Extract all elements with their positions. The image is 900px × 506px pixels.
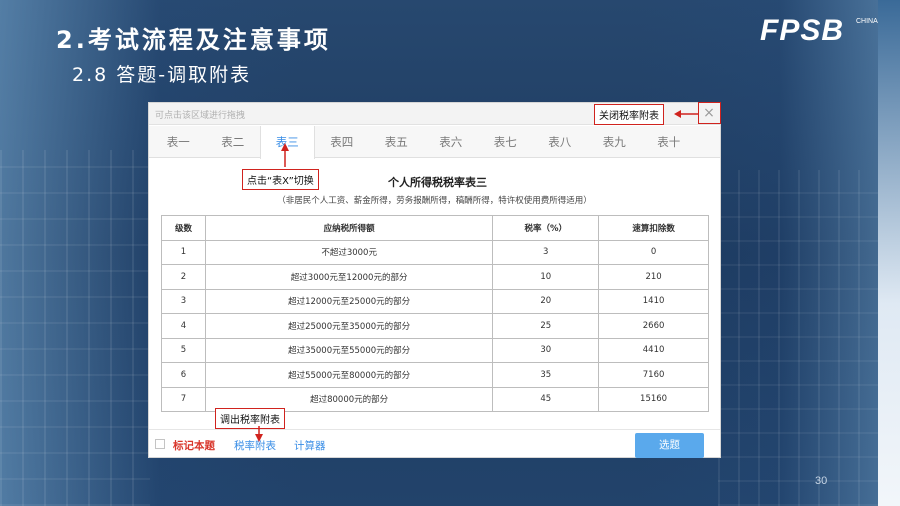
cell-level: 6	[161, 362, 206, 388]
fpsb-logo: FPSB	[760, 14, 845, 47]
tax-rate-table: 级数 应纳税所得额 税率（%） 速算扣除数 1 不超过3000元 3 0 2 超…	[161, 215, 709, 412]
cell-rate: 3	[492, 239, 600, 265]
tab-10[interactable]: 表十	[642, 126, 697, 157]
cell-deduction: 1410	[598, 288, 709, 314]
cell-income: 不超过3000元	[204, 239, 494, 265]
table-subtitle: （非居民个人工资、薪金所得，劳务报酬所得，稿酬所得，特许权使用费所得适用）	[277, 196, 592, 206]
building-left-decoration	[0, 150, 150, 506]
cell-level: 3	[161, 288, 206, 314]
table-row: 5 超过35000元至55000元的部分 30 4410	[161, 337, 709, 363]
drag-hint: 可点击该区域进行拖拽	[155, 111, 246, 121]
tab-9[interactable]: 表九	[587, 126, 642, 157]
cell-level: 2	[161, 264, 206, 290]
cell-rate: 30	[492, 337, 600, 363]
callout-switch-tab: 点击“表X”切换	[242, 169, 319, 190]
cell-income: 超过25000元至35000元的部分	[204, 313, 494, 339]
cell-level: 4	[161, 313, 206, 339]
cell-rate: 20	[492, 288, 600, 314]
table-row: 4 超过25000元至35000元的部分 25 2660	[161, 313, 709, 339]
table-row: 1 不超过3000元 3 0	[161, 239, 709, 265]
mark-question-label[interactable]: 标记本题	[173, 438, 215, 453]
arrow-to-rate-link-icon	[255, 426, 263, 442]
cell-deduction: 210	[598, 264, 709, 290]
cell-deduction: 15160	[598, 386, 709, 412]
rate-table-window: 可点击该区域进行拖拽 × 表一 表二 表三 表四 表五 表六 表七 表八 表九 …	[148, 102, 721, 458]
cell-rate: 25	[492, 313, 600, 339]
cell-income: 超过3000元至12000元的部分	[204, 264, 494, 290]
tab-7[interactable]: 表七	[478, 126, 533, 157]
cell-deduction: 0	[598, 239, 709, 265]
cell-income: 超过55000元至80000元的部分	[204, 362, 494, 388]
cell-income: 超过35000元至55000元的部分	[204, 337, 494, 363]
cell-rate: 35	[492, 362, 600, 388]
page-number: 30	[815, 475, 828, 487]
tab-4[interactable]: 表四	[315, 126, 370, 157]
header-taxable-income: 应纳税所得额	[204, 215, 494, 241]
table-row: 2 超过3000元至12000元的部分 10 210	[161, 264, 709, 290]
window-footer: 标记本题 税率附表 计算器 选题	[149, 429, 720, 459]
cell-deduction: 7160	[598, 362, 709, 388]
cell-deduction: 2660	[598, 313, 709, 339]
select-question-button[interactable]: 选题	[635, 433, 704, 458]
table-title: 个人所得税税率表三	[388, 176, 487, 189]
header-tax-rate: 税率（%）	[492, 215, 600, 241]
cell-level: 7	[161, 386, 206, 412]
slide-subtitle: 2.8 答题-调取附表	[72, 64, 252, 86]
tab-1[interactable]: 表一	[151, 126, 206, 157]
arrow-to-tab-icon	[281, 143, 289, 167]
mark-question-checkbox[interactable]	[155, 439, 165, 449]
building-right-decoration	[718, 170, 878, 506]
header-level: 级数	[161, 215, 206, 241]
table-header-row: 级数 应纳税所得额 税率（%） 速算扣除数	[161, 215, 709, 241]
callout-open-table: 调出税率附表	[215, 408, 285, 429]
slide-title: 2.考试流程及注意事项	[56, 26, 331, 54]
fpsb-logo-sub: CHINA	[856, 18, 878, 25]
tab-6[interactable]: 表六	[424, 126, 479, 157]
header-quick-deduction: 速算扣除数	[598, 215, 709, 241]
arrow-to-close-icon	[674, 110, 698, 118]
tab-5[interactable]: 表五	[369, 126, 424, 157]
callout-close-table: 关闭税率附表	[594, 104, 664, 125]
cell-rate: 45	[492, 386, 600, 412]
right-edge-decoration	[878, 0, 900, 506]
cell-rate: 10	[492, 264, 600, 290]
cell-income: 超过12000元至25000元的部分	[204, 288, 494, 314]
calculator-link[interactable]: 计算器	[294, 438, 326, 453]
cell-level: 5	[161, 337, 206, 363]
table-row: 6 超过55000元至80000元的部分 35 7160	[161, 362, 709, 388]
table-row: 3 超过12000元至25000元的部分 20 1410	[161, 288, 709, 314]
table-tabs: 表一 表二 表三 表四 表五 表六 表七 表八 表九 表十	[149, 126, 720, 159]
cell-deduction: 4410	[598, 337, 709, 363]
cell-level: 1	[161, 239, 206, 265]
tab-8[interactable]: 表八	[533, 126, 588, 157]
tab-2[interactable]: 表二	[206, 126, 261, 157]
